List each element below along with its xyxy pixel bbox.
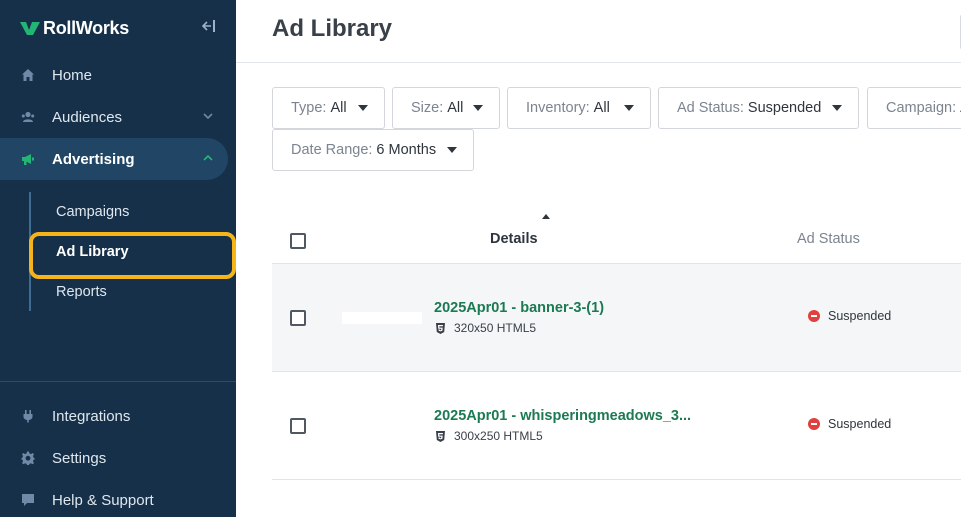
nav-settings-label: Settings — [52, 449, 107, 467]
sidebar: RollWorks Home Audiences Advertising Cam… — [0, 0, 236, 517]
collapse-left-icon — [201, 20, 215, 32]
megaphone-icon — [20, 151, 36, 167]
nav-settings[interactable]: Settings — [0, 437, 228, 479]
filter-size-label: Size: — [411, 100, 444, 116]
filter-campaign-label: Campaign: — [886, 100, 957, 116]
filter-inventory-label: Inventory: — [526, 100, 590, 116]
caret-down-icon — [473, 105, 483, 111]
filter-ad-status[interactable]: Ad Status: Suspended — [658, 87, 859, 129]
nav-integrations[interactable]: Integrations — [0, 395, 228, 437]
filter-type-value: All — [330, 100, 347, 116]
nav-help-support[interactable]: Help & Support — [0, 479, 228, 517]
filter-type-label: Type: — [291, 100, 327, 116]
filter-inventory-value: All — [593, 100, 610, 116]
page-title: Ad Library — [272, 15, 393, 42]
nav-audiences-label: Audiences — [52, 108, 123, 126]
column-header-ad-status[interactable]: Ad Status — [797, 231, 860, 247]
plug-icon — [20, 408, 36, 424]
filter-campaign[interactable]: Campaign:A — [867, 87, 961, 129]
home-icon — [20, 67, 36, 83]
filter-date-range[interactable]: Date Range: 6 Months — [272, 129, 474, 171]
rollworks-logo[interactable]: RollWorks — [20, 17, 129, 39]
nav-audiences[interactable]: Audiences — [0, 96, 228, 138]
chevron-down-icon — [202, 109, 214, 121]
caret-down-icon — [832, 105, 842, 111]
ad-size-format: 320x50 HTML5 — [454, 321, 537, 335]
ad-name-link[interactable]: 2025Apr01 - banner-3-(1) — [434, 300, 604, 316]
rollworks-logo-icon — [20, 22, 40, 35]
suspended-icon — [808, 418, 820, 430]
caret-down-icon — [447, 147, 457, 153]
sidebar-divider — [0, 381, 236, 382]
sort-ascending-icon[interactable] — [542, 214, 550, 219]
ad-thumbnail[interactable] — [342, 312, 422, 324]
filter-inventory[interactable]: Inventory: All — [507, 87, 651, 129]
caret-down-icon — [624, 105, 634, 111]
filter-ad-status-label: Ad Status: — [677, 100, 744, 116]
status-text: Suspended — [828, 309, 892, 323]
brand-name: RollWorks — [43, 17, 129, 38]
filter-size-value: All — [447, 100, 464, 116]
html5-icon — [436, 322, 445, 334]
nav-integrations-label: Integrations — [52, 407, 131, 425]
collapse-sidebar-button[interactable] — [198, 17, 218, 35]
table-row: 2025Apr01 - whisperingmeadows_3... 300x2… — [272, 372, 961, 480]
nav-advertising-label: Advertising — [52, 150, 135, 168]
filter-date-range-value: 6 Months — [376, 142, 437, 158]
nav-help-support-label: Help & Support — [52, 491, 154, 509]
html5-icon — [436, 430, 445, 442]
caret-down-icon — [358, 105, 368, 111]
gear-icon — [20, 450, 36, 466]
nav-home[interactable]: Home — [0, 54, 228, 96]
status-badge: Suspended — [808, 417, 891, 431]
status-badge: Suspended — [808, 309, 891, 323]
chevron-up-icon — [202, 151, 214, 163]
ad-meta: 320x50 HTML5 — [436, 321, 536, 335]
filter-ad-status-value: Suspended — [747, 100, 822, 116]
nav-home-label: Home — [52, 66, 93, 84]
audiences-icon — [20, 109, 36, 125]
header-divider — [236, 62, 961, 63]
ad-size-format: 300x250 HTML5 — [454, 429, 543, 443]
subnav-campaigns[interactable]: Campaigns — [56, 202, 129, 222]
column-header-details[interactable]: Details — [490, 231, 538, 247]
suspended-icon — [808, 310, 820, 322]
app-window: RollWorks Home Audiences Advertising Cam… — [0, 0, 961, 517]
select-all-checkbox[interactable] — [290, 233, 306, 249]
row-checkbox[interactable] — [290, 418, 306, 434]
help-icon — [20, 492, 36, 508]
ad-name-link[interactable]: 2025Apr01 - whisperingmeadows_3... — [434, 408, 691, 424]
nav-advertising[interactable]: Advertising — [0, 138, 228, 180]
table-row: 2025Apr01 - banner-3-(1) 320x50 HTML5 Su… — [272, 264, 961, 372]
table-header: Details Ad Status — [272, 200, 961, 264]
ad-meta: 300x250 HTML5 — [436, 429, 543, 443]
row-checkbox[interactable] — [290, 310, 306, 326]
ad-library-highlight — [29, 232, 236, 279]
filter-size[interactable]: Size: All — [392, 87, 500, 129]
status-text: Suspended — [828, 417, 892, 431]
subnav-reports[interactable]: Reports — [56, 282, 107, 302]
filter-date-range-label: Date Range: — [291, 142, 373, 158]
filter-type[interactable]: Type: All — [272, 87, 385, 129]
main-content: Ad Library Type: All Size: All Inventory: A… — [236, 0, 961, 517]
